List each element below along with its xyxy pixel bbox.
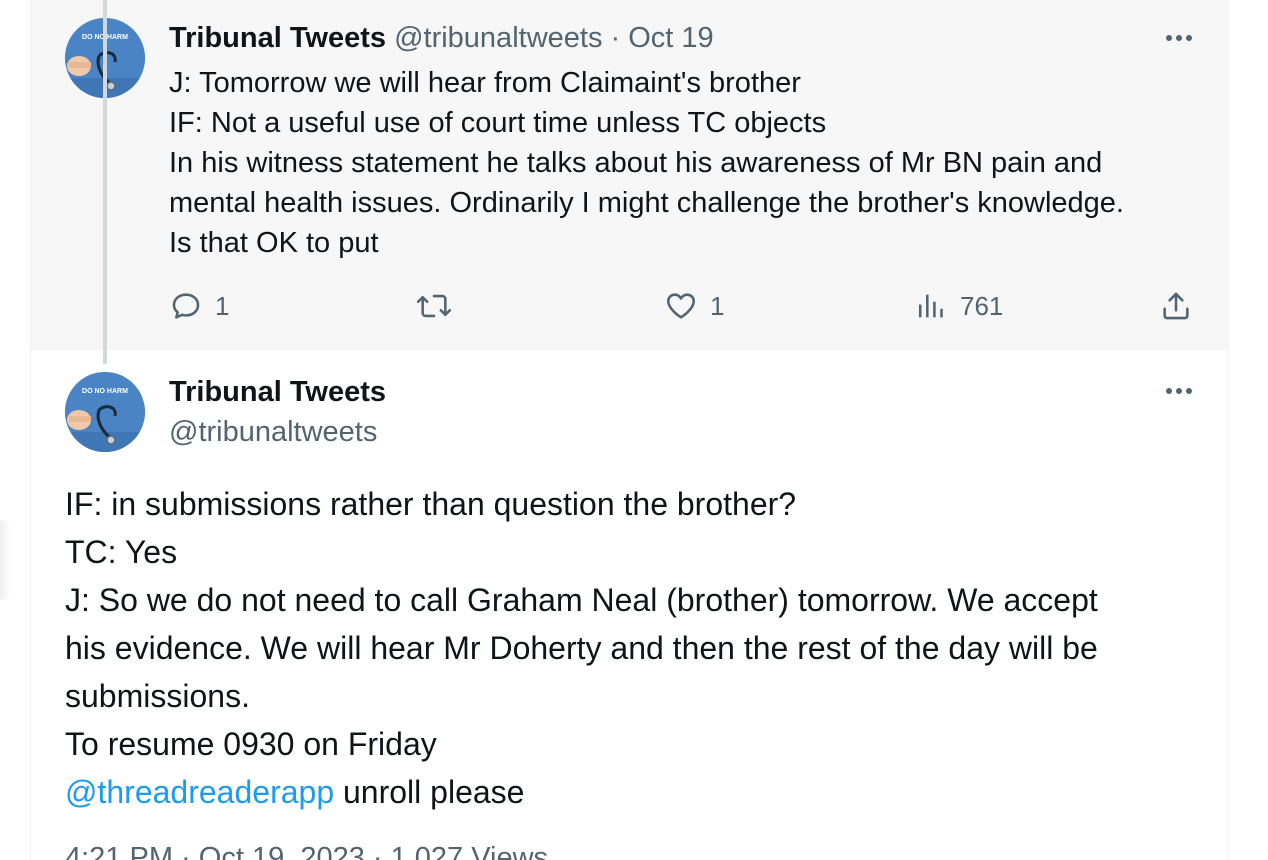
like-button[interactable]: 1 xyxy=(664,284,724,328)
avatar-image: DO NO HARM xyxy=(65,372,145,452)
tweet-text-line: TC: Yes xyxy=(65,534,178,570)
focal-tweet-text: IF: in submissions rather than question … xyxy=(65,480,1205,816)
views-button[interactable]: 761 xyxy=(914,284,1003,328)
tweet-date[interactable]: Oct 19 xyxy=(628,22,713,54)
tweet-text-line: @threadreaderapp unroll please xyxy=(65,768,1205,816)
tweet-text-line: IF: Not a useful use of court time unles… xyxy=(169,107,827,139)
more-icon xyxy=(1166,388,1192,394)
views-icon xyxy=(918,294,943,318)
like-count: 1 xyxy=(710,290,725,321)
tweet-text-line: To resume 0930 on Friday xyxy=(65,726,437,762)
tweet-text-line: Is that OK to put xyxy=(169,227,379,259)
more-button[interactable] xyxy=(1159,371,1199,411)
avatar-badge-text: DO NO HARM xyxy=(82,388,128,395)
parent-tweet[interactable]: DO NO HARM Tribunal Tweets @tribunaltwee… xyxy=(31,0,1228,350)
reply-icon xyxy=(172,293,200,319)
avatar[interactable]: DO NO HARM xyxy=(65,372,145,452)
page: DO NO HARM Tribunal Tweets @tribunaltwee… xyxy=(0,0,1268,860)
tweet-text-line: In his witness statement he talks about … xyxy=(169,147,1103,179)
parent-tweet-text: J: Tomorrow we will hear from Claimaint'… xyxy=(169,63,1209,263)
tweet-text-line: J: So we do not need to call Graham Neal… xyxy=(65,582,1098,618)
edge-shadow xyxy=(0,520,12,600)
reply-button[interactable]: 1 xyxy=(169,284,229,328)
tweet-text-line: J: Tomorrow we will hear from Claimaint'… xyxy=(169,67,801,99)
share-button[interactable] xyxy=(1159,284,1193,328)
parent-tweet-header: Tribunal Tweets @tribunaltweets · Oct 19 xyxy=(169,20,714,56)
retweet-icon xyxy=(416,294,452,318)
tweet-text-line: mental health issues. Ordinarily I might… xyxy=(169,187,1124,219)
handle[interactable]: @tribunaltweets xyxy=(169,414,377,450)
display-name[interactable]: Tribunal Tweets xyxy=(169,374,386,410)
share-icon xyxy=(1163,292,1189,320)
more-button[interactable] xyxy=(1159,18,1199,58)
separator: · xyxy=(610,22,621,54)
views-count: 761 xyxy=(960,290,1004,321)
display-name[interactable]: Tribunal Tweets xyxy=(169,22,386,54)
tweet-text-line: his evidence. We will hear Mr Doherty an… xyxy=(65,630,1098,666)
mention-suffix: unroll please xyxy=(334,774,525,810)
reply-count: 1 xyxy=(215,290,230,321)
thread-timeline: DO NO HARM Tribunal Tweets @tribunaltwee… xyxy=(30,0,1229,860)
tweet-metadata[interactable]: 4:21 PM · Oct 19, 2023 · 1,027 Views xyxy=(65,840,548,860)
like-icon xyxy=(666,293,696,319)
retweet-button[interactable] xyxy=(415,284,465,328)
thread-connector-line xyxy=(103,0,107,364)
handle[interactable]: @tribunaltweets xyxy=(394,22,602,54)
mention-link[interactable]: @threadreaderapp xyxy=(65,774,334,810)
action-bar: 1 1 761 xyxy=(169,284,1209,328)
tweet-text-line: submissions. xyxy=(65,678,250,714)
tweet-text-line: IF: in submissions rather than question … xyxy=(65,486,797,522)
more-icon xyxy=(1166,35,1192,41)
